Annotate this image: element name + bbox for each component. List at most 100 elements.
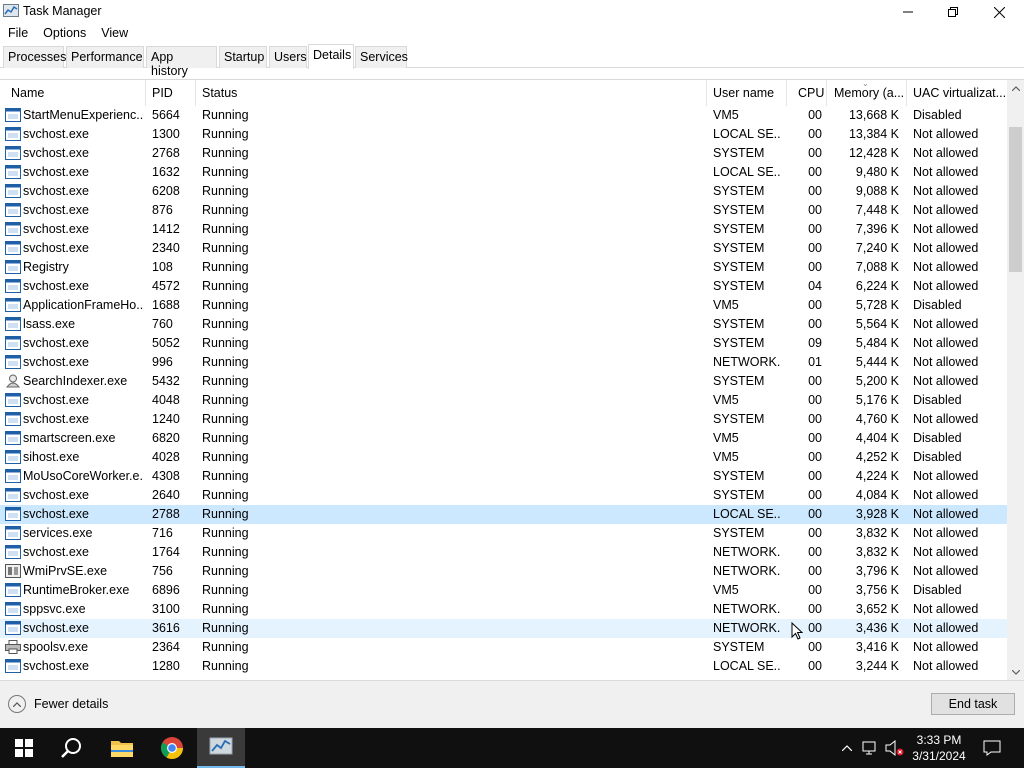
process-cpu: 00 — [808, 108, 822, 122]
process-user: VM5 — [713, 108, 739, 122]
title-bar: Task Manager — [0, 0, 1024, 24]
network-icon[interactable] — [860, 728, 882, 768]
mouse-cursor-icon — [791, 621, 804, 643]
column-divider[interactable] — [826, 80, 827, 106]
tab-startup[interactable]: Startup — [219, 46, 267, 68]
table-row[interactable]: Registry 108 Running SYSTEM 00 7,088 K Not all… — [0, 258, 1007, 277]
column-divider[interactable] — [195, 80, 196, 106]
process-pid: 1632 — [152, 165, 180, 179]
column-header-name[interactable]: Name — [11, 86, 44, 100]
table-row[interactable]: svchost.exe 4048 Running VM5 00 5,176 K Disabl… — [0, 391, 1007, 410]
chevron-up-icon — [8, 695, 26, 713]
table-row[interactable]: svchost.exe 2640 Running SYSTEM 00 4,084 K Not… — [0, 486, 1007, 505]
process-name: svchost.exe — [23, 659, 90, 673]
process-user: NETWORK... — [713, 564, 781, 578]
volume-muted-icon[interactable] — [884, 728, 906, 768]
show-hidden-icons-button[interactable] — [838, 728, 856, 768]
table-row[interactable]: svchost.exe 1632 Running LOCAL SE... 00 9,480… — [0, 163, 1007, 182]
column-header-user-name[interactable]: User name — [713, 86, 774, 100]
column-header-cpu[interactable]: CPU — [798, 86, 824, 100]
table-row[interactable]: svchost.exe 1764 Running NETWORK... 00 3,832 … — [0, 543, 1007, 562]
column-header-pid[interactable]: PID — [152, 86, 173, 100]
process-status: Running — [202, 241, 249, 255]
taskbar: 3:33 PM 3/31/2024 — [0, 728, 1024, 768]
table-row[interactable]: svchost.exe 1240 Running SYSTEM 00 4,760 K Not… — [0, 410, 1007, 429]
process-pid: 1412 — [152, 222, 180, 236]
restore-button[interactable] — [930, 0, 976, 24]
tab-users[interactable]: Users — [269, 46, 307, 68]
menu-view[interactable]: View — [93, 24, 135, 44]
chrome-button[interactable] — [148, 728, 196, 768]
table-row[interactable]: svchost.exe 6208 Running SYSTEM 00 9,088 K Not… — [0, 182, 1007, 201]
file-explorer-button[interactable] — [98, 728, 146, 768]
application-icon — [5, 317, 21, 331]
column-divider[interactable] — [906, 80, 907, 106]
process-cpu: 00 — [808, 184, 822, 198]
table-row[interactable]: smartscreen.exe 6820 Running VM5 00 4,404 K Di… — [0, 429, 1007, 448]
tab-details[interactable]: Details — [308, 44, 354, 69]
search-button[interactable] — [48, 728, 96, 768]
vertical-scrollbar[interactable] — [1007, 80, 1024, 680]
process-cpu: 00 — [808, 412, 822, 426]
table-row[interactable]: svchost.exe 2768 Running SYSTEM 00 12,428 K No… — [0, 144, 1007, 163]
menu-file[interactable]: File — [0, 24, 35, 44]
scroll-up-icon[interactable] — [1007, 80, 1024, 97]
tab-services[interactable]: Services — [355, 46, 408, 68]
table-row[interactable]: spoolsv.exe 2364 Running SYSTEM 00 3,416 K Not… — [0, 638, 1007, 657]
table-row[interactable]: WmiPrvSE.exe 756 Running NETWORK... 00 3,796 … — [0, 562, 1007, 581]
table-header: ⌄ Name PID Status User name CPU Memory (… — [0, 80, 1007, 106]
process-status: Running — [202, 279, 249, 293]
scroll-down-icon[interactable] — [1007, 664, 1024, 680]
table-row[interactable]: services.exe 716 Running SYSTEM 00 3,832 K Not… — [0, 524, 1007, 543]
column-divider[interactable] — [786, 80, 787, 106]
tab-processes[interactable]: Processes — [3, 46, 66, 68]
column-header-status[interactable]: Status — [202, 86, 237, 100]
process-memory: 5,444 K — [855, 355, 899, 369]
notifications-icon[interactable] — [980, 728, 1004, 768]
end-task-button[interactable]: End task — [931, 693, 1015, 715]
menu-options[interactable]: Options — [35, 24, 93, 44]
fewer-details-button[interactable]: Fewer details — [8, 695, 108, 713]
table-row[interactable]: svchost.exe 996 Running NETWORK... 01 5,444 K… — [0, 353, 1007, 372]
table-row[interactable]: sihost.exe 4028 Running VM5 00 4,252 K Disable… — [0, 448, 1007, 467]
table-row[interactable]: svchost.exe 4572 Running SYSTEM 04 6,224 K Not… — [0, 277, 1007, 296]
tab-performance[interactable]: Performance — [66, 46, 144, 68]
table-row[interactable]: svchost.exe 2340 Running SYSTEM 00 7,240 K Not… — [0, 239, 1007, 258]
table-row[interactable]: svchost.exe 1280 Running LOCAL SE... 00 3,244… — [0, 657, 1007, 676]
taskbar-clock[interactable]: 3:33 PM 3/31/2024 — [905, 732, 973, 764]
table-row[interactable]: svchost.exe 2788 Running LOCAL SE... 00 3,928… — [0, 505, 1007, 524]
process-pid: 5432 — [152, 374, 180, 388]
process-pid: 3100 — [152, 602, 180, 616]
process-uac: Not allowed — [913, 640, 979, 654]
table-row[interactable]: RuntimeBroker.exe 6896 Running VM5 00 3,756 K… — [0, 581, 1007, 600]
process-uac: Not allowed — [913, 602, 979, 616]
table-row[interactable]: SearchIndexer.exe 5432 Running SYSTEM 00 5,20… — [0, 372, 1007, 391]
process-user: SYSTEM — [713, 260, 765, 274]
application-icon — [5, 431, 21, 445]
column-header-uac[interactable]: UAC virtualizat... — [913, 86, 1006, 100]
table-row[interactable]: svchost.exe 1412 Running SYSTEM 00 7,396 K Not… — [0, 220, 1007, 239]
table-row[interactable]: lsass.exe 760 Running SYSTEM 00 5,564 K Not al… — [0, 315, 1007, 334]
task-manager-taskbar-button[interactable] — [197, 728, 245, 768]
table-row[interactable]: svchost.exe 1300 Running LOCAL SE... 00 13,38… — [0, 125, 1007, 144]
table-row[interactable]: StartMenuExperienc... 5664 Running VM5 00 13,… — [0, 106, 1007, 125]
table-row[interactable]: sppsvc.exe 3100 Running NETWORK... 00 3,652 K… — [0, 600, 1007, 619]
table-body: StartMenuExperienc... 5664 Running VM5 00 13,… — [0, 106, 1007, 676]
column-divider[interactable] — [706, 80, 707, 106]
process-pid: 1688 — [152, 298, 180, 312]
minimize-button[interactable] — [885, 0, 931, 24]
process-status: Running — [202, 260, 249, 274]
process-status: Running — [202, 545, 249, 559]
table-row[interactable]: MoUsoCoreWorker.e... 4308 Running SYSTEM 00 4… — [0, 467, 1007, 486]
table-row[interactable]: svchost.exe 876 Running SYSTEM 00 7,448 K Not … — [0, 201, 1007, 220]
table-row[interactable]: ApplicationFrameHo... 1688 Running VM5 00 5,7… — [0, 296, 1007, 315]
column-divider[interactable] — [145, 80, 146, 106]
column-header-memory[interactable]: Memory (a... — [834, 86, 904, 100]
start-button[interactable] — [0, 728, 48, 768]
table-row[interactable]: svchost.exe 5052 Running SYSTEM 09 5,484 K Not… — [0, 334, 1007, 353]
tab-app-history[interactable]: App history — [146, 46, 217, 78]
close-button[interactable] — [976, 0, 1022, 24]
scrollbar-thumb[interactable] — [1009, 127, 1022, 272]
table-row[interactable]: svchost.exe 3616 Running NETWORK... 00 3,436 … — [0, 619, 1007, 638]
process-user: SYSTEM — [713, 488, 765, 502]
